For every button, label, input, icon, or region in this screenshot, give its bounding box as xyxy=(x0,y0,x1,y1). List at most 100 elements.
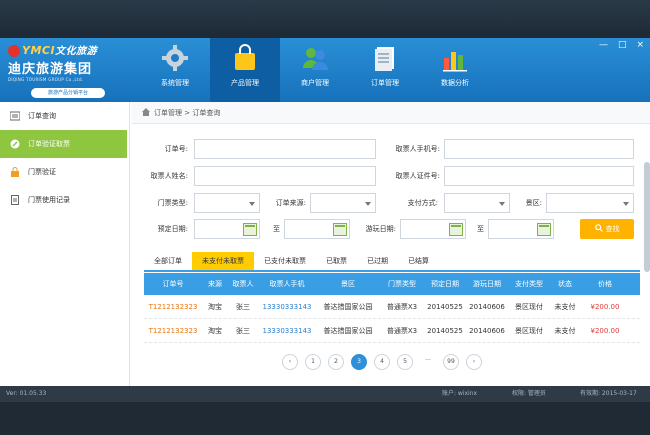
calendar-icon[interactable] xyxy=(449,223,463,236)
version-text: Ver: 01.05.33 xyxy=(6,390,47,397)
page-button[interactable]: 5 xyxy=(397,354,413,370)
taker-name-input[interactable] xyxy=(194,166,376,186)
scenic-select[interactable] xyxy=(546,193,634,213)
calendar-icon[interactable] xyxy=(333,223,347,236)
book-date-start[interactable] xyxy=(194,219,260,239)
cell-status: 未支付 xyxy=(554,327,576,335)
file-icon xyxy=(11,195,19,205)
col-source: 来源 xyxy=(208,280,222,288)
nav-label: 商户管理 xyxy=(301,79,329,87)
order-no-input[interactable] xyxy=(194,139,376,159)
visit-date-end[interactable] xyxy=(488,219,554,239)
close-icon[interactable]: × xyxy=(636,40,644,50)
table-row: T1212132323 淘宝 张三 13330333143 普达措国家公园 普通… xyxy=(144,295,640,319)
sidebar-item-label: 门票使用记录 xyxy=(28,196,70,204)
cell-source: 淘宝 xyxy=(208,303,222,311)
order-no-link[interactable]: T1212132323 xyxy=(144,295,202,318)
page-button[interactable]: 99 xyxy=(443,354,459,370)
taker-phone-input[interactable] xyxy=(444,139,634,159)
sidebar-item-ticket-verify[interactable]: 门票验证 xyxy=(0,158,129,186)
document-icon xyxy=(375,47,394,71)
form-row-2: 取票人姓名: 取票人证件号: xyxy=(132,166,642,186)
order-no-label: 订单号: xyxy=(164,145,188,153)
tab-expired[interactable]: 已过期 xyxy=(357,252,398,270)
table-row: T1212132323 淘宝 张三 13330333143 普达措国家公园 普通… xyxy=(144,319,640,343)
logo-cn-small: 文化旅游 xyxy=(55,46,98,57)
ticket-type-select[interactable] xyxy=(194,193,260,213)
order-no-link[interactable]: T1212132323 xyxy=(144,319,202,342)
tab-paid-untaken[interactable]: 已支付未取票 xyxy=(254,252,316,270)
platform-tag: 旅游产品分销平台 xyxy=(31,88,105,98)
col-taker: 取票人 xyxy=(232,280,254,288)
visit-date-start[interactable] xyxy=(400,219,466,239)
nav-item-merchant[interactable]: 商户管理 xyxy=(280,38,350,102)
form-row-1: 订单号: 取票人手机号: xyxy=(132,139,642,159)
page-ellipsis: ··· xyxy=(425,357,431,364)
to-label: 至 xyxy=(477,225,484,233)
cell-scenic: 普达措国家公园 xyxy=(323,327,373,335)
prev-page-button[interactable]: ‹ xyxy=(282,354,298,370)
order-source-select[interactable] xyxy=(310,193,376,213)
edit-icon xyxy=(10,139,20,149)
home-icon[interactable] xyxy=(142,108,150,116)
cell-taker: 张三 xyxy=(236,327,250,335)
tab-taken[interactable]: 已取票 xyxy=(316,252,357,270)
sidebar-item-label: 订单查询 xyxy=(28,112,56,120)
logo-mark-icon xyxy=(8,45,20,57)
nav-item-product[interactable]: 产品管理 xyxy=(210,38,280,102)
search-button[interactable]: 查找 xyxy=(580,219,634,239)
page-button[interactable]: 1 xyxy=(305,354,321,370)
col-visit-date: 游玩日期 xyxy=(473,280,501,288)
shopping-bag-icon xyxy=(235,44,255,70)
list-icon xyxy=(10,111,20,121)
calendar-icon[interactable] xyxy=(243,223,257,236)
desktop-background xyxy=(0,0,650,38)
status-bar: Ver: 01.05.33 账户: wixinx 权限: 管理员 有效期: 20… xyxy=(0,386,650,402)
nav-item-analysis[interactable]: 数据分析 xyxy=(420,38,490,102)
tab-unpaid-untaken[interactable]: 未支付未取票 xyxy=(192,252,254,270)
cell-book-date: 20140525 xyxy=(427,327,463,335)
taker-id-input[interactable] xyxy=(444,166,634,186)
main-content: 订单管理 > 订单查询 订单号: 取票人手机号: 取票人姓名: 取票人证件号: … xyxy=(132,102,650,386)
nav-label: 产品管理 xyxy=(231,79,259,87)
book-date-end[interactable] xyxy=(284,219,350,239)
sidebar: 订单查询 订单验证取票 门票验证 门票使用记录 xyxy=(0,102,130,386)
vertical-scrollbar[interactable] xyxy=(644,162,650,272)
phone-link[interactable]: 13330333143 xyxy=(258,319,316,342)
tab-all[interactable]: 全部订单 xyxy=(144,252,192,270)
chevron-down-icon xyxy=(623,202,629,206)
sidebar-item-order-verify[interactable]: 订单验证取票 xyxy=(0,130,127,158)
tab-settled[interactable]: 已结算 xyxy=(398,252,439,270)
sidebar-item-label: 门票验证 xyxy=(28,168,56,176)
sidebar-item-ticket-record[interactable]: 门票使用记录 xyxy=(0,186,129,214)
main-nav: 系统管理 产品管理 商户管理 订单管理 数据分析 xyxy=(140,38,490,102)
cell-pay-type: 景区现付 xyxy=(515,303,543,311)
minimize-icon[interactable]: — xyxy=(599,40,608,50)
pay-method-select[interactable] xyxy=(444,193,510,213)
cell-price: ¥200.00 xyxy=(590,303,620,311)
col-book-date: 预定日期 xyxy=(431,280,459,288)
nav-item-order[interactable]: 订单管理 xyxy=(350,38,420,102)
cell-ticket-type: 普通票X3 xyxy=(386,303,418,311)
col-phone: 取票人手机 xyxy=(269,280,305,288)
orders-table: 订单号 来源 取票人 取票人手机 景区 门票类型 预定日期 游玩日期 支付类型 … xyxy=(144,273,640,343)
taker-phone-label: 取票人手机号: xyxy=(395,145,440,153)
nav-item-system[interactable]: 系统管理 xyxy=(140,38,210,102)
order-source-label: 订单来源: xyxy=(275,199,306,207)
sidebar-item-order-query[interactable]: 订单查询 xyxy=(0,102,129,130)
page-button-current[interactable]: 3 xyxy=(351,354,367,370)
logo: YMCI文化旅游 迪庆旅游集团 DIQING TOURISM GROUP Co.… xyxy=(8,42,126,100)
page-button[interactable]: 4 xyxy=(374,354,390,370)
sidebar-item-label: 订单验证取票 xyxy=(28,140,70,148)
page-button[interactable]: 2 xyxy=(328,354,344,370)
next-page-button[interactable]: › xyxy=(466,354,482,370)
calendar-icon[interactable] xyxy=(537,223,551,236)
phone-link[interactable]: 13330333143 xyxy=(258,295,316,318)
col-scenic: 景区 xyxy=(341,280,355,288)
maximize-icon[interactable]: □ xyxy=(618,40,627,50)
window-controls: — □ × xyxy=(599,40,644,50)
cell-pay-type: 景区现付 xyxy=(515,327,543,335)
chevron-down-icon xyxy=(249,202,255,206)
col-pay-type: 支付类型 xyxy=(515,280,543,288)
nav-label: 数据分析 xyxy=(441,79,469,87)
